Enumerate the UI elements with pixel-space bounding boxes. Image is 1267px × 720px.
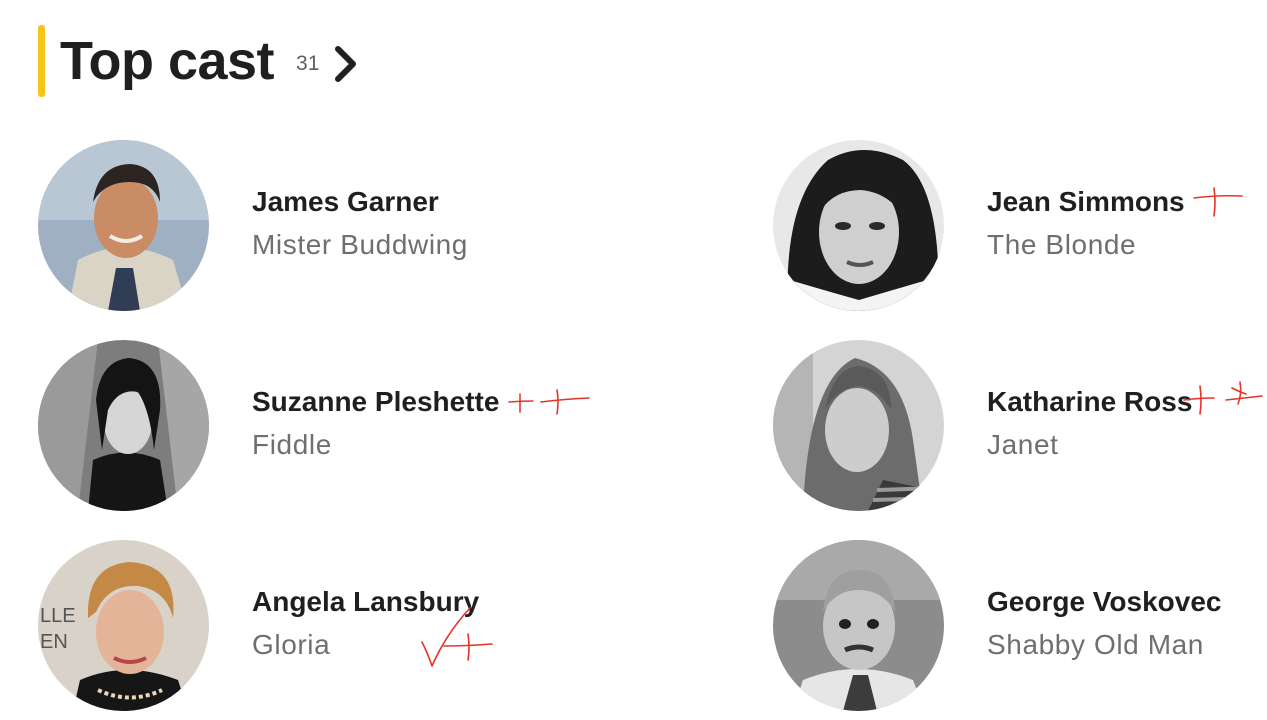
accent-bar — [38, 25, 45, 97]
character-name: Fiddle — [252, 429, 332, 460]
actor-photo[interactable]: LLE EN — [38, 539, 209, 711]
chevron-right-icon[interactable] — [331, 42, 361, 86]
character-name: Shabby Old Man — [987, 629, 1204, 660]
section-title[interactable]: Top cast — [60, 34, 275, 88]
actor-name[interactable]: James Garner — [252, 182, 468, 222]
actor-photo[interactable] — [38, 339, 209, 511]
cast-info: Suzanne Pleshette Fiddle — [252, 382, 590, 468]
actor-name[interactable]: Angela Lansbury — [252, 582, 479, 622]
handwritten-mark — [1193, 187, 1243, 217]
cast-item[interactable]: Suzanne Pleshette Fiddle — [38, 339, 598, 511]
actor-name[interactable]: Suzanne Pleshette — [252, 382, 499, 422]
section-header: Top cast 31 — [38, 25, 361, 97]
character-name: Janet — [987, 429, 1059, 460]
svg-text:EN: EN — [40, 631, 68, 653]
handwritten-mark — [1183, 381, 1263, 415]
cast-item[interactable]: LLE EN Angela Lansbury Gloria — [38, 539, 598, 711]
top-cast-section: Top cast 31 James Garner Mister Buddwing — [0, 0, 1267, 720]
actor-photo[interactable] — [38, 139, 209, 311]
actor-name[interactable]: Jean Simmons — [987, 182, 1185, 222]
character-name: The Blonde — [987, 229, 1137, 260]
cast-info: Jean Simmons The Blonde — [987, 182, 1243, 268]
cast-item[interactable]: Jean Simmons The Blonde — [773, 139, 1267, 311]
cast-count[interactable]: 31 — [296, 52, 319, 76]
cast-info: Katharine Ross Janet — [987, 381, 1263, 468]
actor-photo[interactable] — [773, 539, 944, 711]
actor-photo[interactable] — [773, 139, 944, 311]
handwritten-mark — [508, 389, 590, 415]
cast-item[interactable]: James Garner Mister Buddwing — [38, 139, 598, 311]
actor-name[interactable]: Katharine Ross — [987, 382, 1192, 422]
actor-photo[interactable] — [773, 339, 944, 511]
cast-item[interactable]: Katharine Ross Janet — [773, 339, 1267, 511]
character-name: Gloria — [252, 629, 331, 660]
cast-info: Angela Lansbury Gloria — [252, 582, 493, 668]
cast-item[interactable]: George Voskovec Shabby Old Man — [773, 539, 1267, 711]
svg-text:LLE: LLE — [40, 605, 76, 627]
character-name: Mister Buddwing — [252, 229, 468, 260]
cast-info: James Garner Mister Buddwing — [252, 182, 468, 268]
actor-name[interactable]: George Voskovec — [987, 582, 1221, 622]
cast-info: George Voskovec Shabby Old Man — [987, 582, 1221, 668]
